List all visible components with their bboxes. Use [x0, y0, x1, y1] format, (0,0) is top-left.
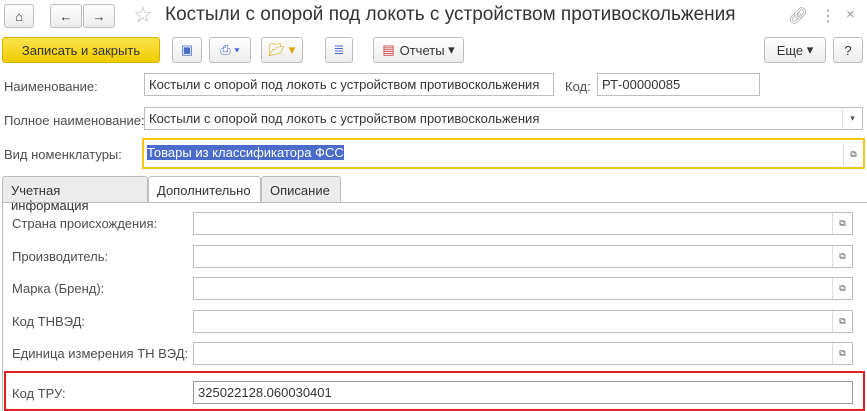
open-icon[interactable]: ⧉: [832, 278, 852, 299]
dropdown-icon[interactable]: ▾: [842, 108, 862, 129]
extra-field-input[interactable]: ⧉: [193, 244, 853, 268]
print-button[interactable]: ⎙ ▾: [209, 37, 251, 63]
report-icon: ▤: [382, 42, 395, 57]
kind-label: Вид номенклатуры:: [4, 147, 122, 162]
open-icon[interactable]: ⧉: [832, 310, 852, 332]
window-title: Костыли с опорой под локоть с устройство…: [165, 4, 736, 25]
tab-accounting[interactable]: Учетная информация: [2, 176, 148, 213]
help-button[interactable]: ?: [833, 37, 863, 63]
code-input[interactable]: РТ-00000085: [597, 73, 760, 96]
forward-button[interactable]: →: [83, 4, 115, 28]
reports-button[interactable]: ▤ Отчеты ▾: [373, 37, 464, 63]
name-input[interactable]: Костыли с опорой под локоть с устройство…: [144, 73, 554, 96]
list-icon[interactable]: ≣: [325, 37, 353, 63]
extra-field-label: Единица измерения ТН ВЭД:: [12, 346, 189, 361]
attach-button[interactable]: 📂︎ ▾: [261, 37, 303, 63]
extra-field-label: Марка (Бренд):: [12, 281, 105, 296]
open-icon[interactable]: ⧉: [832, 245, 852, 267]
fullname-label: Полное наименование:: [4, 113, 145, 128]
link-icon[interactable]: 🔗︎: [788, 6, 808, 26]
extra-field-input[interactable]: ⧉: [193, 212, 853, 235]
extra-field-label: Производитель:: [12, 248, 109, 264]
more-button[interactable]: Еще ▾: [764, 37, 826, 63]
close-icon[interactable]: ×: [846, 6, 855, 23]
open-icon[interactable]: ⧉: [832, 213, 852, 234]
name-label: Наименование:: [4, 79, 98, 94]
save-close-button[interactable]: Записать и закрыть: [2, 37, 160, 63]
extra-field-input[interactable]: ⧉: [193, 342, 853, 365]
star-icon[interactable]: ☆: [133, 2, 153, 28]
extra-field-input[interactable]: ⧉: [193, 309, 853, 333]
extra-field-input[interactable]: ⧉: [193, 277, 853, 300]
more-menu-icon[interactable]: ⋮: [820, 6, 836, 26]
home-button[interactable]: ⌂: [4, 4, 34, 28]
tab-additional[interactable]: Дополнительно: [148, 176, 261, 203]
code-label: Код:: [565, 79, 591, 94]
kind-input[interactable]: Товары из классификатора ФСС ⧉: [142, 138, 865, 169]
tru-input[interactable]: 325022128.060030401: [193, 381, 853, 404]
fullname-input[interactable]: Костыли с опорой под локоть с устройство…: [144, 107, 863, 130]
open-icon[interactable]: ⧉: [843, 144, 863, 165]
tab-description[interactable]: Описание: [261, 176, 341, 203]
extra-field-label: Код ТНВЭД:: [12, 313, 86, 329]
save-icon[interactable]: ▣: [172, 37, 202, 63]
tru-label: Код ТРУ:: [12, 386, 66, 401]
extra-field-label: Страна происхождения:: [12, 216, 158, 231]
open-icon[interactable]: ⧉: [832, 343, 852, 364]
back-button[interactable]: ←: [50, 4, 82, 28]
